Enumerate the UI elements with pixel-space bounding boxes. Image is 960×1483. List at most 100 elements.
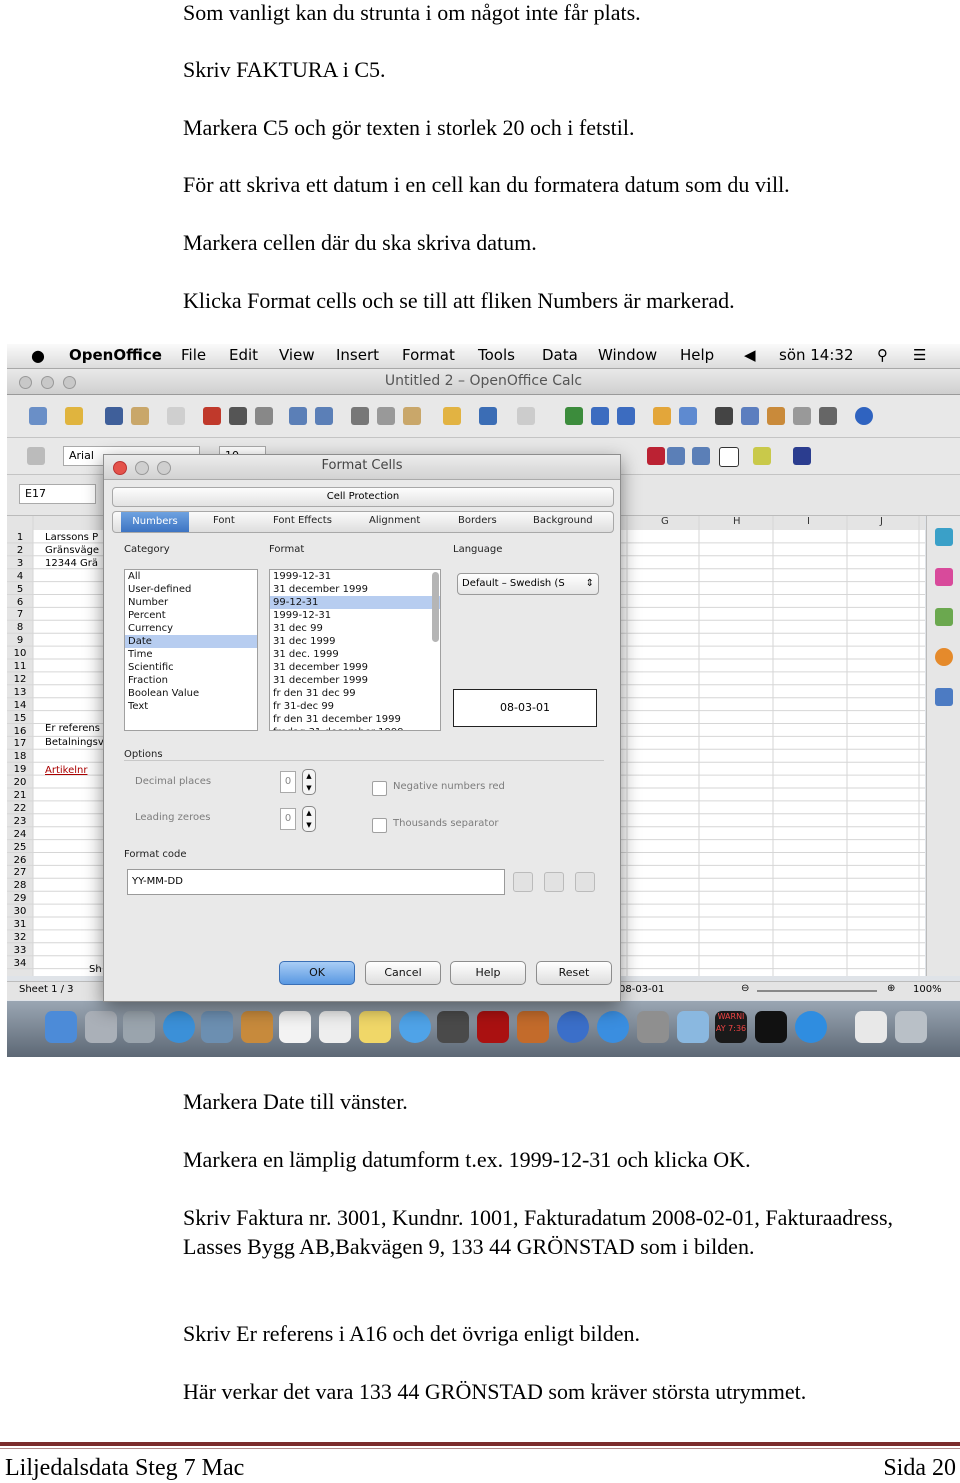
column-header[interactable]: G — [661, 516, 669, 530]
category-list[interactable]: All User-defined Number Percent Currency Date… — [124, 569, 258, 731]
new-icon[interactable] — [29, 407, 47, 425]
row-header[interactable]: 21 — [7, 790, 33, 801]
format-item[interactable]: 31 dec 1999 — [270, 635, 440, 648]
properties-icon[interactable] — [935, 528, 953, 546]
row-header[interactable]: 18 — [7, 751, 33, 762]
sheet-tab[interactable]: Sh — [89, 964, 102, 975]
format-item[interactable]: 31 dec. 1999 — [270, 648, 440, 661]
openoffice-dock-icon[interactable] — [677, 1011, 709, 1043]
leading-zeroes-field[interactable]: 0 — [280, 808, 296, 830]
mission-control-icon[interactable] — [123, 1011, 155, 1043]
iphoto-icon[interactable] — [517, 1011, 549, 1043]
row-header[interactable]: 11 — [7, 661, 33, 672]
spotlight-icon[interactable]: ⚲ — [877, 346, 888, 364]
category-item[interactable]: Date — [125, 635, 257, 648]
menubar-clock[interactable]: sön 14:32 — [779, 346, 854, 364]
list-icon[interactable]: ☰ — [913, 346, 926, 364]
language-select[interactable]: Default – Swedish (S ⇕ — [457, 573, 599, 595]
finder-icon[interactable] — [45, 1011, 77, 1043]
category-item[interactable]: Scientific — [125, 661, 257, 674]
column-header[interactable]: J — [880, 516, 883, 530]
delete-icon[interactable] — [575, 872, 595, 892]
reset-button[interactable]: Reset — [536, 961, 612, 985]
row-header[interactable]: 28 — [7, 880, 33, 891]
calendar-icon[interactable] — [279, 1011, 311, 1043]
menu-edit[interactable]: Edit — [229, 346, 258, 364]
row-header[interactable]: 15 — [7, 713, 33, 724]
row-header[interactable]: 4 — [7, 571, 33, 582]
help-button[interactable]: Help — [450, 961, 526, 985]
row-header[interactable]: 29 — [7, 893, 33, 904]
cell-text[interactable]: Er referens — [45, 723, 100, 734]
indent-icon[interactable] — [667, 447, 685, 465]
row-header[interactable]: 22 — [7, 803, 33, 814]
borders-icon[interactable] — [719, 447, 739, 467]
category-item[interactable]: Currency — [125, 622, 257, 635]
print-preview-icon[interactable] — [255, 407, 273, 425]
row-header[interactable]: 19 — [7, 764, 33, 775]
category-item[interactable]: Time — [125, 648, 257, 661]
redo-icon[interactable] — [517, 407, 535, 425]
format-scrollbar[interactable] — [432, 572, 439, 642]
menu-file[interactable]: File — [181, 346, 206, 364]
cell-text[interactable]: Betalningsv — [45, 737, 104, 748]
decimal-places-stepper[interactable]: ▲ ▼ — [302, 769, 316, 795]
menu-insert[interactable]: Insert — [336, 346, 379, 364]
row-header[interactable]: 5 — [7, 584, 33, 595]
format-item[interactable]: 99-12-31 — [270, 596, 440, 609]
copy-icon[interactable] — [377, 407, 395, 425]
messages-icon[interactable] — [399, 1011, 431, 1043]
menu-window[interactable]: Window — [598, 346, 657, 364]
app-store-icon[interactable] — [597, 1011, 629, 1043]
format-item[interactable]: 31 dec 99 — [270, 622, 440, 635]
zoom-icon[interactable] — [819, 407, 837, 425]
outdent-icon[interactable] — [692, 447, 710, 465]
sort-descending-icon[interactable] — [617, 407, 635, 425]
row-header[interactable]: 17 — [7, 738, 33, 749]
row-header[interactable]: 25 — [7, 842, 33, 853]
tab-alignment[interactable]: Alignment — [369, 515, 420, 526]
reminders-icon[interactable] — [319, 1011, 351, 1043]
facetime-icon[interactable] — [437, 1011, 469, 1043]
row-header[interactable]: 24 — [7, 829, 33, 840]
console-icon[interactable]: WARNI AY 7:36 — [715, 1011, 747, 1043]
row-header[interactable]: 32 — [7, 932, 33, 943]
menu-format[interactable]: Format — [402, 346, 455, 364]
row-header[interactable]: 23 — [7, 816, 33, 827]
cell-text[interactable]: 12344 Grä — [45, 558, 98, 569]
cancel-button[interactable]: Cancel — [365, 961, 441, 985]
help-icon[interactable] — [855, 407, 873, 425]
format-item[interactable]: fredag 31 december 1999 — [270, 726, 440, 730]
photo-booth-icon[interactable] — [477, 1011, 509, 1043]
font-color-icon[interactable] — [793, 447, 811, 465]
apple-icon[interactable]: ● — [31, 346, 45, 365]
column-header[interactable]: I — [807, 516, 810, 530]
row-header[interactable]: 26 — [7, 855, 33, 866]
row-header[interactable]: 2 — [7, 545, 33, 556]
check-icon[interactable] — [513, 872, 533, 892]
category-item[interactable]: Percent — [125, 609, 257, 622]
background-color-icon[interactable] — [753, 447, 771, 465]
menu-tools[interactable]: Tools — [478, 346, 515, 364]
autospellcheck-icon[interactable] — [315, 407, 333, 425]
format-item[interactable]: 31 december 1999 — [270, 661, 440, 674]
format-item[interactable]: 31 december 1999 — [270, 583, 440, 596]
category-item[interactable]: Fraction — [125, 674, 257, 687]
cell-text[interactable]: Gränsväge — [45, 545, 99, 556]
cut-icon[interactable] — [351, 407, 369, 425]
tab-background[interactable]: Background — [533, 515, 593, 526]
navigator-icon[interactable] — [741, 407, 759, 425]
category-item[interactable]: Text — [125, 700, 257, 713]
category-item[interactable]: Number — [125, 596, 257, 609]
row-header[interactable]: 14 — [7, 700, 33, 711]
data-sources-icon[interactable] — [793, 407, 811, 425]
paste-icon[interactable] — [403, 407, 421, 425]
row-header[interactable]: 9 — [7, 635, 33, 646]
ok-button[interactable]: OK — [279, 961, 355, 985]
format-item[interactable]: fr den 31 dec 99 — [270, 687, 440, 700]
volume-icon[interactable]: ◀ — [744, 346, 756, 364]
row-header[interactable]: 7 — [7, 609, 33, 620]
save-icon[interactable] — [105, 407, 123, 425]
openoffice-gull-icon[interactable] — [795, 1011, 827, 1043]
row-header[interactable]: 13 — [7, 687, 33, 698]
